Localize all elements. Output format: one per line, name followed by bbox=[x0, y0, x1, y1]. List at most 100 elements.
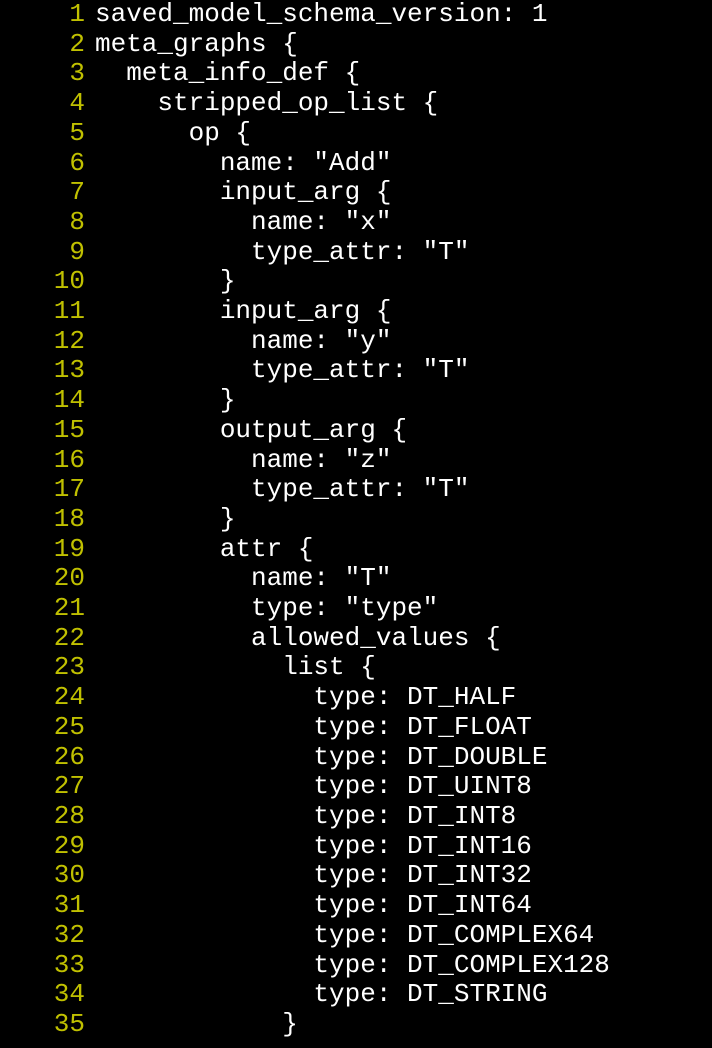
code-line[interactable]: 11 input_arg { bbox=[0, 297, 712, 327]
code-line[interactable]: 2meta_graphs { bbox=[0, 30, 712, 60]
line-number: 35 bbox=[0, 1010, 95, 1040]
code-text[interactable]: attr { bbox=[95, 535, 313, 565]
line-number: 17 bbox=[0, 475, 95, 505]
code-line[interactable]: 16 name: "z" bbox=[0, 446, 712, 476]
line-number: 32 bbox=[0, 921, 95, 951]
code-line[interactable]: 3 meta_info_def { bbox=[0, 59, 712, 89]
code-text[interactable]: type: DT_STRING bbox=[95, 980, 547, 1010]
code-line[interactable]: 14 } bbox=[0, 386, 712, 416]
code-text[interactable]: type_attr: "T" bbox=[95, 475, 469, 505]
code-text[interactable]: type: DT_INT8 bbox=[95, 802, 516, 832]
line-number: 27 bbox=[0, 772, 95, 802]
code-line[interactable]: 29 type: DT_INT16 bbox=[0, 832, 712, 862]
line-number: 11 bbox=[0, 297, 95, 327]
code-line[interactable]: 26 type: DT_DOUBLE bbox=[0, 743, 712, 773]
code-text[interactable]: type: DT_HALF bbox=[95, 683, 516, 713]
code-line[interactable]: 19 attr { bbox=[0, 535, 712, 565]
line-number: 22 bbox=[0, 624, 95, 654]
code-line[interactable]: 4 stripped_op_list { bbox=[0, 89, 712, 119]
code-text[interactable]: } bbox=[95, 386, 235, 416]
line-number: 30 bbox=[0, 861, 95, 891]
code-text[interactable]: op { bbox=[95, 119, 251, 149]
code-line[interactable]: 13 type_attr: "T" bbox=[0, 356, 712, 386]
code-text[interactable]: allowed_values { bbox=[95, 624, 501, 654]
code-line[interactable]: 32 type: DT_COMPLEX64 bbox=[0, 921, 712, 951]
line-number: 12 bbox=[0, 327, 95, 357]
code-line[interactable]: 34 type: DT_STRING bbox=[0, 980, 712, 1010]
line-number: 10 bbox=[0, 267, 95, 297]
code-text[interactable]: } bbox=[95, 505, 235, 535]
line-number: 23 bbox=[0, 653, 95, 683]
code-line[interactable]: 7 input_arg { bbox=[0, 178, 712, 208]
code-text[interactable]: input_arg { bbox=[95, 297, 391, 327]
code-line[interactable]: 22 allowed_values { bbox=[0, 624, 712, 654]
code-text[interactable]: meta_info_def { bbox=[95, 59, 360, 89]
line-number: 19 bbox=[0, 535, 95, 565]
code-line[interactable]: 27 type: DT_UINT8 bbox=[0, 772, 712, 802]
code-text[interactable]: meta_graphs { bbox=[95, 30, 298, 60]
line-number: 8 bbox=[0, 208, 95, 238]
code-text[interactable]: type: DT_INT64 bbox=[95, 891, 532, 921]
line-number: 25 bbox=[0, 713, 95, 743]
code-line[interactable]: 21 type: "type" bbox=[0, 594, 712, 624]
line-number: 21 bbox=[0, 594, 95, 624]
code-text[interactable]: type_attr: "T" bbox=[95, 238, 469, 268]
code-line[interactable]: 33 type: DT_COMPLEX128 bbox=[0, 951, 712, 981]
code-line[interactable]: 5 op { bbox=[0, 119, 712, 149]
line-number: 29 bbox=[0, 832, 95, 862]
code-text[interactable]: name: "Add" bbox=[95, 149, 391, 179]
code-editor[interactable]: 1saved_model_schema_version: 12meta_grap… bbox=[0, 0, 712, 1040]
code-line[interactable]: 23 list { bbox=[0, 653, 712, 683]
code-text[interactable]: type: DT_DOUBLE bbox=[95, 743, 547, 773]
code-line[interactable]: 35 } bbox=[0, 1010, 712, 1040]
code-line[interactable]: 20 name: "T" bbox=[0, 564, 712, 594]
line-number: 16 bbox=[0, 446, 95, 476]
code-text[interactable]: type: DT_UINT8 bbox=[95, 772, 532, 802]
line-number: 18 bbox=[0, 505, 95, 535]
code-line[interactable]: 18 } bbox=[0, 505, 712, 535]
code-line[interactable]: 17 type_attr: "T" bbox=[0, 475, 712, 505]
line-number: 20 bbox=[0, 564, 95, 594]
line-number: 4 bbox=[0, 89, 95, 119]
code-line[interactable]: 1saved_model_schema_version: 1 bbox=[0, 0, 712, 30]
code-text[interactable]: } bbox=[95, 267, 235, 297]
code-line[interactable]: 24 type: DT_HALF bbox=[0, 683, 712, 713]
code-line[interactable]: 12 name: "y" bbox=[0, 327, 712, 357]
line-number: 1 bbox=[0, 0, 95, 30]
line-number: 6 bbox=[0, 149, 95, 179]
code-text[interactable]: output_arg { bbox=[95, 416, 407, 446]
code-text[interactable]: name: "y" bbox=[95, 327, 391, 357]
code-text[interactable]: type: DT_COMPLEX64 bbox=[95, 921, 594, 951]
code-line[interactable]: 6 name: "Add" bbox=[0, 149, 712, 179]
line-number: 2 bbox=[0, 30, 95, 60]
code-line[interactable]: 31 type: DT_INT64 bbox=[0, 891, 712, 921]
line-number: 13 bbox=[0, 356, 95, 386]
line-number: 5 bbox=[0, 119, 95, 149]
code-line[interactable]: 10 } bbox=[0, 267, 712, 297]
code-text[interactable]: name: "x" bbox=[95, 208, 391, 238]
code-text[interactable]: type: "type" bbox=[95, 594, 438, 624]
line-number: 3 bbox=[0, 59, 95, 89]
code-text[interactable]: type: DT_COMPLEX128 bbox=[95, 951, 610, 981]
code-line[interactable]: 9 type_attr: "T" bbox=[0, 238, 712, 268]
line-number: 31 bbox=[0, 891, 95, 921]
code-line[interactable]: 30 type: DT_INT32 bbox=[0, 861, 712, 891]
line-number: 7 bbox=[0, 178, 95, 208]
code-text[interactable]: saved_model_schema_version: 1 bbox=[95, 0, 547, 30]
code-text[interactable]: input_arg { bbox=[95, 178, 391, 208]
code-text[interactable]: stripped_op_list { bbox=[95, 89, 438, 119]
code-text[interactable]: type: DT_INT16 bbox=[95, 832, 532, 862]
code-text[interactable]: type: DT_FLOAT bbox=[95, 713, 532, 743]
code-line[interactable]: 28 type: DT_INT8 bbox=[0, 802, 712, 832]
code-text[interactable]: list { bbox=[95, 653, 376, 683]
code-text[interactable]: } bbox=[95, 1010, 298, 1040]
code-line[interactable]: 25 type: DT_FLOAT bbox=[0, 713, 712, 743]
code-line[interactable]: 15 output_arg { bbox=[0, 416, 712, 446]
code-text[interactable]: type: DT_INT32 bbox=[95, 861, 532, 891]
line-number: 34 bbox=[0, 980, 95, 1010]
code-text[interactable]: type_attr: "T" bbox=[95, 356, 469, 386]
code-line[interactable]: 8 name: "x" bbox=[0, 208, 712, 238]
code-text[interactable]: name: "z" bbox=[95, 446, 391, 476]
code-text[interactable]: name: "T" bbox=[95, 564, 391, 594]
line-number: 26 bbox=[0, 743, 95, 773]
